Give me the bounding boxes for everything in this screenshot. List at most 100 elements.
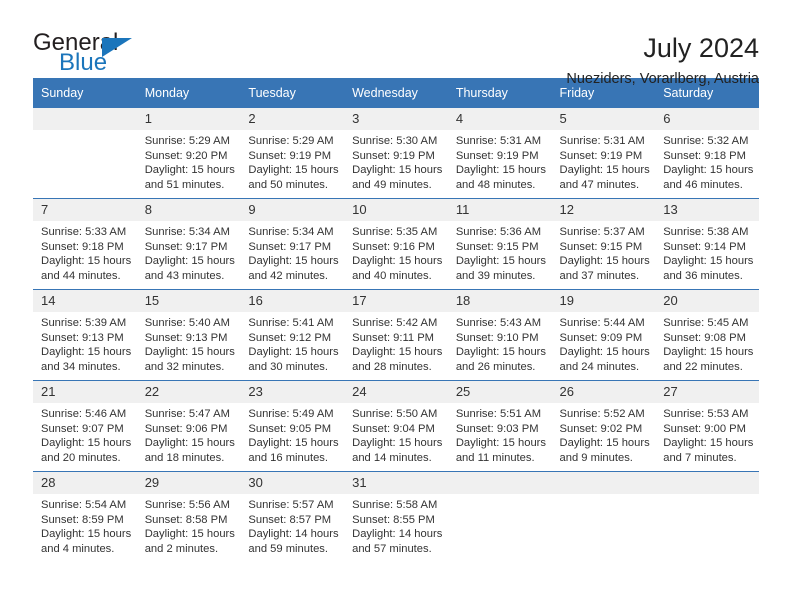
day-daylight-line-text: and 37 minutes. [559,269,640,282]
calendar-day-cell[interactable]: 7 Sunrise: 5:33 AM Sunset: 9:18 PM Daylight… [33,198,137,290]
calendar-day-cell[interactable]: 19 Sunrise: 5:44 AM Sunset: 9:09 PM Dayligh… [551,289,656,381]
day-daylight-line-text: and 9 minutes. [559,451,633,464]
calendar-day-cell[interactable]: 21 Sunrise: 5:46 AM Sunset: 9:07 PM Dayligh… [33,380,137,472]
day-details: Sunrise: 5:33 AM Sunset: 9:18 PM Daylight:… [33,221,137,283]
day-daylight-line-text: Daylight: 15 hours [663,164,754,177]
calendar-day-cell[interactable]: 25 Sunrise: 5:51 AM Sunset: 9:03 PM Dayligh… [447,380,552,472]
day-daylight-line-text: and 42 minutes. [248,269,329,282]
day-details: Sunrise: 5:36 AM Sunset: 9:15 PM Daylight:… [448,221,552,283]
day-details: Sunrise: 5:34 AM Sunset: 9:17 PM Daylight:… [137,221,241,283]
day-daylight-line-text: Daylight: 15 hours [455,255,546,268]
day-number: 11 [447,199,552,221]
day-details: Sunrise: 5:29 AM Sunset: 9:19 PM Daylight:… [240,130,344,192]
day-number: 30 [240,472,345,494]
day-daylight-line-text: Daylight: 15 hours [352,437,443,450]
calendar-day-cell[interactable]: 14 Sunrise: 5:39 AM Sunset: 9:13 PM Dayligh… [33,289,137,381]
calendar-day-cell[interactable]: 30 Sunrise: 5:57 AM Sunset: 8:57 PM Dayligh… [240,471,345,562]
day-daylight-line-text: Daylight: 15 hours [248,437,339,450]
calendar-day-cell[interactable]: 9 Sunrise: 5:34 AM Sunset: 9:17 PM Daylight… [240,198,345,290]
day-daylight-line-text: and 36 minutes. [663,269,743,282]
day-daylight-line-text: and 34 minutes. [41,360,121,373]
day-daylight-line-text: and 22 minutes. [663,360,743,373]
day-sunset-text: Sunset: 9:13 PM [144,331,228,344]
day-sunset-text: Sunset: 9:14 PM [663,240,746,253]
day-sunrise-text: Sunrise: 5:31 AM [559,135,645,147]
calendar-day-cell[interactable]: 6 Sunrise: 5:32 AM Sunset: 9:18 PM Daylight… [655,108,759,199]
day-number: 5 [551,108,656,130]
day-details: Sunrise: 5:46 AM Sunset: 9:07 PM Daylight:… [33,403,137,465]
calendar-day-cell[interactable]: 20 Sunrise: 5:45 AM Sunset: 9:08 PM Dayligh… [655,289,759,381]
logo-triangle-icon [102,38,132,57]
calendar-day-cell[interactable]: 16 Sunrise: 5:41 AM Sunset: 9:12 PM Dayligh… [240,289,345,381]
day-daylight-line-text: and 47 minutes. [559,178,640,191]
day-daylight-line-text: and 40 minutes. [352,269,432,282]
day-sunrise-text: Sunrise: 5:53 AM [663,408,749,420]
calendar-day-cell[interactable]: 26 Sunrise: 5:52 AM Sunset: 9:02 PM Dayligh… [551,380,656,472]
calendar-day-cell[interactable]: 8 Sunrise: 5:34 AM Sunset: 9:17 PM Daylight… [136,198,241,290]
calendar-day-cell[interactable]: 31 Sunrise: 5:58 AM Sunset: 8:55 PM Dayligh… [344,471,448,562]
calendar-day-cell[interactable]: 22 Sunrise: 5:47 AM Sunset: 9:06 PM Dayligh… [136,380,241,472]
day-daylight-line-text: Daylight: 15 hours [455,164,546,177]
day-sunset-text: Sunset: 9:19 PM [352,149,435,162]
calendar-day-cell[interactable]: 1 Sunrise: 5:29 AM Sunset: 9:20 PM Daylight… [136,108,241,199]
calendar-day-cell[interactable]: 5 Sunrise: 5:31 AM Sunset: 9:19 PM Daylight… [551,108,656,199]
day-sunrise-text: Sunrise: 5:42 AM [352,317,438,329]
day-daylight-line-text: and 49 minutes. [352,178,432,191]
day-number: 3 [344,108,448,130]
day-sunrise-text: Sunrise: 5:33 AM [41,226,127,238]
calendar-day-cell[interactable]: 15 Sunrise: 5:40 AM Sunset: 9:13 PM Dayligh… [136,289,241,381]
calendar-day-cell[interactable]: 17 Sunrise: 5:42 AM Sunset: 9:11 PM Dayligh… [344,289,448,381]
day-daylight-line-text: Daylight: 14 hours [248,528,339,541]
day-sunset-text: Sunset: 8:59 PM [41,513,124,526]
day-details: Sunrise: 5:29 AM Sunset: 9:20 PM Daylight:… [137,130,241,192]
title-block: July 2024 Nueziders, Vorarlberg, Austria [566,30,759,90]
day-sunset-text: Sunset: 9:19 PM [455,149,539,162]
day-details: Sunrise: 5:53 AM Sunset: 9:00 PM Daylight:… [655,403,759,465]
day-sunset-text: Sunset: 9:20 PM [144,149,228,162]
day-sunrise-text: Sunrise: 5:46 AM [41,408,127,420]
calendar-day-cell[interactable]: 27 Sunrise: 5:53 AM Sunset: 9:00 PM Dayligh… [655,380,759,472]
day-sunrise-text: Sunrise: 5:34 AM [144,226,230,238]
day-details: Sunrise: 5:45 AM Sunset: 9:08 PM Daylight:… [655,312,759,374]
weekday-header-monday: Monday [136,78,241,108]
calendar-week-row: 21 Sunrise: 5:46 AM Sunset: 9:07 PM Dayligh… [33,380,759,472]
calendar-day-cell-empty [655,471,759,562]
day-sunset-text: Sunset: 9:04 PM [352,422,435,435]
day-number: 29 [136,472,241,494]
calendar-day-cell[interactable]: 24 Sunrise: 5:50 AM Sunset: 9:04 PM Dayligh… [344,380,448,472]
calendar-table: Sunday Monday Tuesday Wednesday Thursday Frid… [33,78,759,562]
day-sunset-text: Sunset: 9:15 PM [559,240,643,253]
day-sunset-text: Sunset: 9:08 PM [663,331,746,344]
day-daylight-line-text: Daylight: 14 hours [352,528,443,541]
calendar-day-cell-empty [551,471,656,562]
day-sunset-text: Sunset: 8:55 PM [352,513,435,526]
calendar-day-cell[interactable]: 10 Sunrise: 5:35 AM Sunset: 9:16 PM Dayligh… [344,198,448,290]
day-daylight-line-text: and 2 minutes. [144,542,219,555]
calendar-day-cell[interactable]: 2 Sunrise: 5:29 AM Sunset: 9:19 PM Daylight… [240,108,345,199]
calendar-day-cell[interactable]: 18 Sunrise: 5:43 AM Sunset: 9:10 PM Dayligh… [447,289,552,381]
day-sunset-text: Sunset: 9:09 PM [559,331,643,344]
day-daylight-line-text: and 11 minutes. [455,451,535,464]
day-sunrise-text: Sunrise: 5:29 AM [144,135,230,147]
day-daylight-line-text: and 4 minutes. [41,542,115,555]
page-title: July 2024 [643,33,759,63]
day-number [33,108,137,130]
calendar-day-cell[interactable]: 23 Sunrise: 5:49 AM Sunset: 9:05 PM Dayligh… [240,380,345,472]
day-number [551,472,656,494]
day-sunrise-text: Sunrise: 5:58 AM [352,499,438,511]
day-number: 7 [33,199,137,221]
calendar-day-cell[interactable]: 29 Sunrise: 5:56 AM Sunset: 8:58 PM Dayligh… [136,471,241,562]
calendar-day-cell[interactable]: 28 Sunrise: 5:54 AM Sunset: 8:59 PM Dayligh… [33,471,137,562]
calendar-day-cell[interactable]: 3 Sunrise: 5:30 AM Sunset: 9:19 PM Daylight… [344,108,448,199]
day-number: 8 [136,199,241,221]
day-details: Sunrise: 5:41 AM Sunset: 9:12 PM Daylight:… [240,312,344,374]
calendar-day-cell[interactable]: 11 Sunrise: 5:36 AM Sunset: 9:15 PM Dayligh… [447,198,552,290]
calendar-day-cell[interactable]: 12 Sunrise: 5:37 AM Sunset: 9:15 PM Dayligh… [551,198,656,290]
calendar-day-cell[interactable]: 4 Sunrise: 5:31 AM Sunset: 9:19 PM Daylight… [447,108,552,199]
day-daylight-line-text: Daylight: 15 hours [352,164,443,177]
day-sunset-text: Sunset: 9:13 PM [41,331,124,344]
day-number: 16 [240,290,345,312]
calendar-day-cell[interactable]: 13 Sunrise: 5:38 AM Sunset: 9:14 PM Dayligh… [655,198,759,290]
day-details: Sunrise: 5:47 AM Sunset: 9:06 PM Daylight:… [137,403,241,465]
day-sunset-text: Sunset: 9:05 PM [248,422,332,435]
